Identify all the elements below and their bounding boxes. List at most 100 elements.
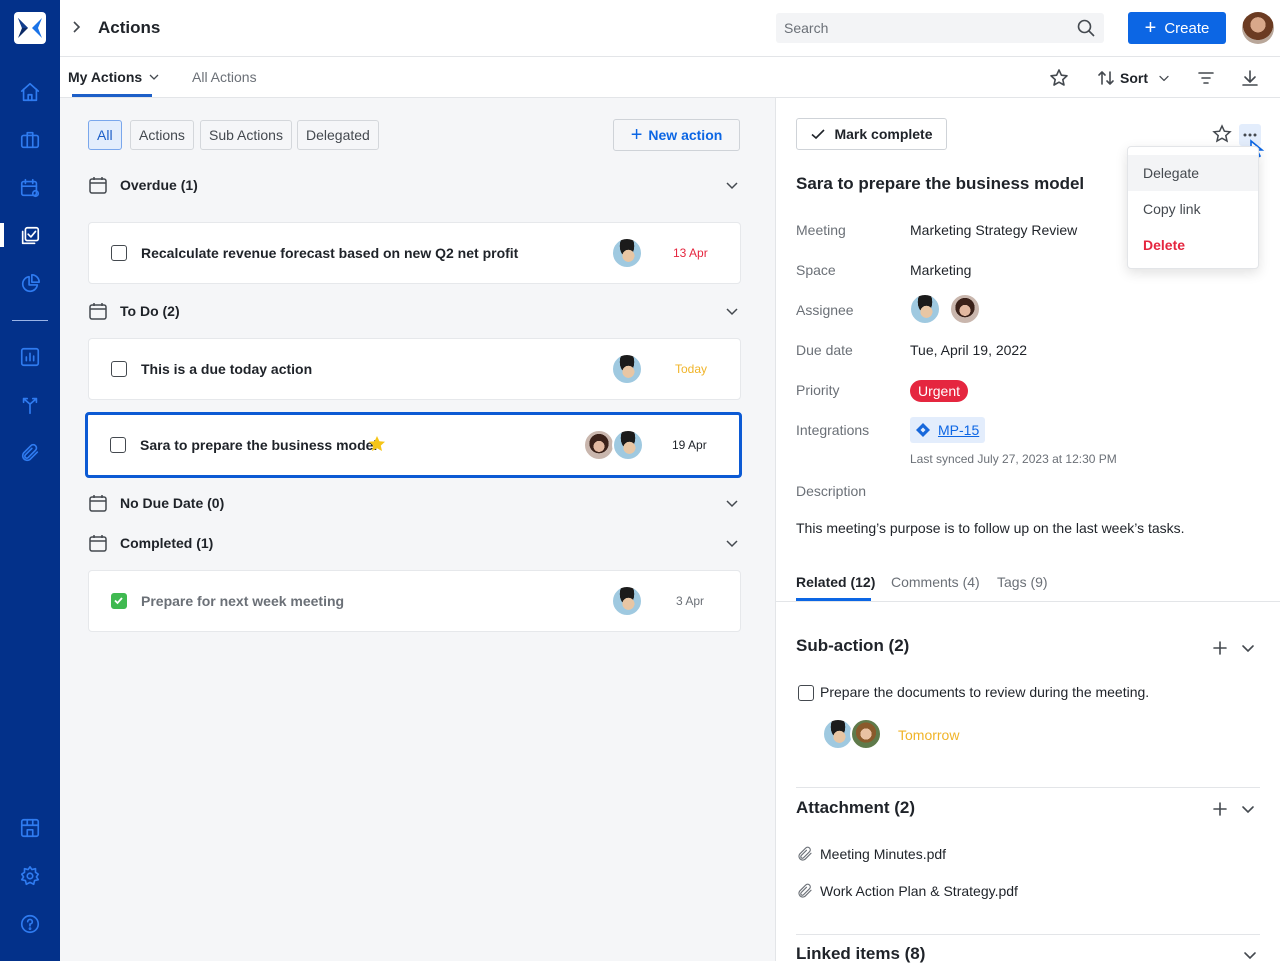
create-button[interactable]: + Create bbox=[1128, 12, 1226, 44]
assignee-avatar bbox=[612, 429, 644, 461]
action-checkbox[interactable] bbox=[110, 437, 126, 453]
tab-tags[interactable]: Tags (9) bbox=[997, 574, 1048, 590]
chevron-down-icon[interactable] bbox=[724, 303, 740, 319]
favorite-button[interactable] bbox=[1049, 67, 1069, 89]
description-label: Description bbox=[796, 483, 867, 499]
help-icon[interactable] bbox=[18, 912, 42, 936]
due-date-value[interactable]: Tue, April 19, 2022 bbox=[910, 342, 1027, 358]
tab-comments[interactable]: Comments (4) bbox=[891, 574, 980, 590]
menu-item-delegate[interactable]: Delegate bbox=[1128, 155, 1258, 191]
action-checkbox[interactable] bbox=[111, 361, 127, 377]
plus-icon: + bbox=[1144, 17, 1157, 39]
sort-button[interactable]: Sort bbox=[1096, 67, 1172, 89]
chevron-down-icon bbox=[1159, 75, 1169, 82]
sub-nav: My Actions All Actions Sort bbox=[60, 57, 1280, 98]
action-title: This is a due today action bbox=[141, 361, 313, 377]
tab-related[interactable]: Related (12) bbox=[796, 574, 875, 590]
filter-button[interactable] bbox=[1196, 67, 1216, 89]
active-indicator bbox=[0, 223, 4, 247]
home-icon[interactable] bbox=[18, 80, 42, 104]
attachment-item[interactable]: Meeting Minutes.pdf bbox=[796, 845, 946, 863]
paperclip-icon[interactable] bbox=[18, 441, 42, 465]
jira-diamond-icon bbox=[916, 423, 930, 437]
assignee-label: Assignee bbox=[796, 302, 854, 318]
assignee-avatar[interactable] bbox=[909, 293, 941, 325]
sub-action-checkbox[interactable] bbox=[798, 685, 814, 701]
meeting-value[interactable]: Marketing Strategy Review bbox=[910, 222, 1077, 238]
add-icon[interactable] bbox=[1212, 640, 1228, 656]
tab-all-actions[interactable]: All Actions bbox=[192, 69, 257, 85]
action-card[interactable]: Recalculate revenue forecast based on ne… bbox=[88, 222, 741, 284]
menu-item-copy-link[interactable]: Copy link bbox=[1128, 191, 1258, 227]
group-header-overdue[interactable]: Overdue (1) bbox=[88, 173, 740, 197]
group-header-completed[interactable]: Completed (1) bbox=[88, 531, 740, 555]
group-title: To Do (2) bbox=[120, 303, 180, 319]
branch-icon[interactable] bbox=[18, 393, 42, 417]
star-icon[interactable] bbox=[1212, 124, 1232, 144]
store-icon[interactable] bbox=[18, 816, 42, 840]
chevron-down-icon[interactable] bbox=[1240, 801, 1256, 817]
filter-chip-delegated[interactable]: Delegated bbox=[297, 120, 379, 150]
pie-chart-icon[interactable] bbox=[18, 272, 42, 296]
tab-my-actions-label: My Actions bbox=[68, 69, 143, 85]
due-date: 19 Apr bbox=[672, 438, 707, 452]
section-divider bbox=[796, 787, 1260, 788]
tab-my-actions[interactable]: My Actions bbox=[68, 69, 160, 85]
action-checkbox[interactable] bbox=[111, 245, 127, 261]
briefcase-icon[interactable] bbox=[18, 128, 42, 152]
calendar-icon[interactable] bbox=[18, 176, 42, 200]
space-value[interactable]: Marketing bbox=[910, 262, 971, 278]
action-card[interactable]: Prepare for next week meeting 3 Apr bbox=[88, 570, 741, 632]
menu-item-delete[interactable]: Delete bbox=[1128, 227, 1258, 263]
integration-link[interactable]: MP-15 bbox=[938, 422, 979, 438]
group-title: Overdue (1) bbox=[120, 177, 198, 193]
space-label: Space bbox=[796, 262, 836, 278]
sub-action-text[interactable]: Prepare the documents to review during t… bbox=[820, 684, 1149, 700]
starred-icon[interactable] bbox=[367, 434, 387, 454]
actions-checklist-icon[interactable] bbox=[18, 224, 42, 248]
sidebar bbox=[0, 0, 60, 961]
check-icon bbox=[114, 597, 123, 605]
add-icon[interactable] bbox=[1212, 801, 1228, 817]
action-card-selected[interactable]: Sara to prepare the business model 19 Ap… bbox=[85, 412, 742, 478]
filter-icon bbox=[1198, 72, 1214, 84]
mark-complete-button[interactable]: Mark complete bbox=[796, 118, 947, 150]
group-header-no-due-date[interactable]: No Due Date (0) bbox=[88, 491, 740, 515]
filter-chip-all[interactable]: All bbox=[88, 120, 122, 150]
paperclip-icon bbox=[798, 846, 812, 861]
group-header-todo[interactable]: To Do (2) bbox=[88, 299, 740, 323]
chevron-down-icon[interactable] bbox=[724, 177, 740, 193]
meeting-label: Meeting bbox=[796, 222, 846, 238]
action-checkbox-checked[interactable] bbox=[111, 593, 127, 609]
chevron-down-icon[interactable] bbox=[1240, 640, 1256, 656]
search-input[interactable]: Search bbox=[776, 13, 1104, 43]
sub-action-tools bbox=[1212, 640, 1256, 656]
download-button[interactable] bbox=[1240, 67, 1260, 89]
filter-chip-sub-actions[interactable]: Sub Actions bbox=[200, 120, 292, 150]
user-avatar[interactable] bbox=[1242, 12, 1274, 44]
action-card[interactable]: This is a due today action Today bbox=[88, 338, 741, 400]
chevron-down-icon[interactable] bbox=[724, 535, 740, 551]
app-logo[interactable] bbox=[14, 12, 46, 44]
bar-chart-icon[interactable] bbox=[18, 345, 42, 369]
attachment-tools bbox=[1212, 801, 1256, 817]
chevron-down-icon[interactable] bbox=[724, 495, 740, 511]
priority-badge[interactable]: Urgent bbox=[910, 380, 969, 402]
group-title: No Due Date (0) bbox=[120, 495, 225, 511]
nav-divider bbox=[12, 320, 48, 321]
filter-chip-actions[interactable]: Actions bbox=[130, 120, 194, 150]
integration-chip[interactable]: MP-15 bbox=[910, 417, 986, 443]
assignee-avatar bbox=[611, 237, 643, 269]
assignee-avatar[interactable] bbox=[949, 293, 981, 325]
search-icon[interactable] bbox=[1076, 18, 1096, 38]
sub-action-title: Sub-action (2) bbox=[796, 636, 910, 655]
new-action-button[interactable]: + New action bbox=[613, 119, 740, 151]
attachment-item[interactable]: Work Action Plan & Strategy.pdf bbox=[796, 882, 1018, 900]
chevron-right-icon[interactable] bbox=[70, 20, 84, 34]
plus-icon: + bbox=[630, 124, 643, 146]
download-icon bbox=[1242, 70, 1258, 86]
sub-action-due: Tomorrow bbox=[898, 727, 960, 743]
description-text: This meeting’s purpose is to follow up o… bbox=[796, 520, 1185, 536]
settings-gear-icon[interactable] bbox=[18, 864, 42, 888]
page-title: Actions bbox=[98, 18, 161, 37]
